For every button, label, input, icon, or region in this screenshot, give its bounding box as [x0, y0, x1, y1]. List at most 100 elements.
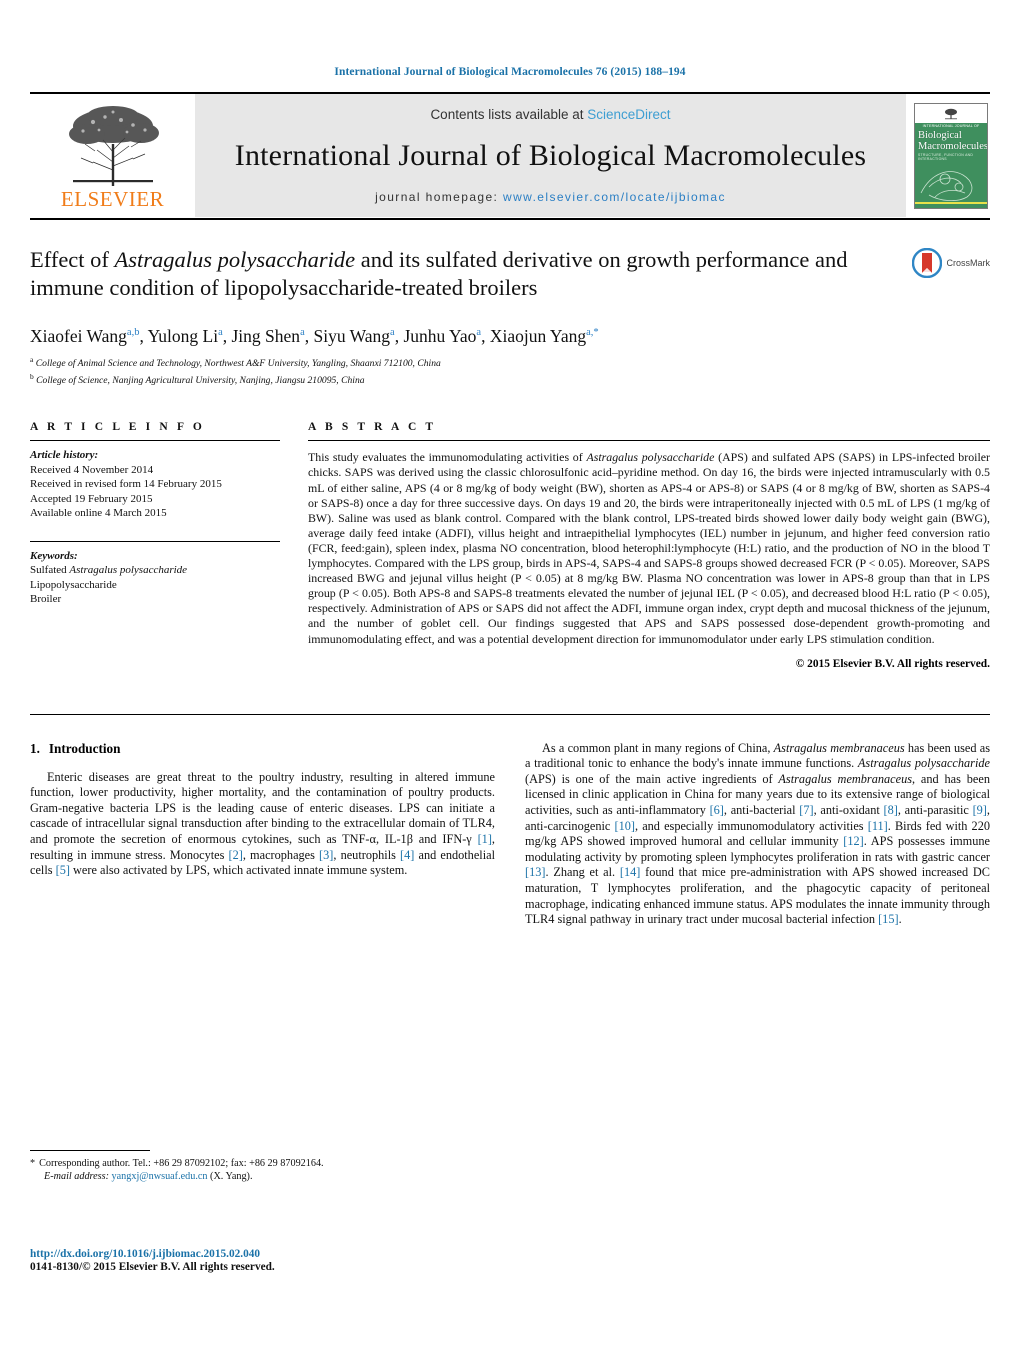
- elsevier-wordmark: ELSEVIER: [60, 187, 165, 211]
- affiliation-marker: a: [30, 354, 34, 364]
- page-title: Effect of Astragalus polysaccharide and …: [30, 246, 874, 302]
- author-name: Jing Shen: [231, 325, 301, 346]
- author-affil-marker[interactable]: a: [218, 327, 223, 338]
- author-item: Xiaofei Wanga,b: [30, 326, 139, 346]
- sciencedirect-link[interactable]: ScienceDirect: [587, 107, 670, 122]
- citation-link[interactable]: [13]: [525, 865, 546, 879]
- cover-accent-bar: [915, 201, 987, 204]
- journal-masthead: ELSEVIER Contents lists available at Sci…: [30, 92, 990, 217]
- author-affil-marker[interactable]: a: [476, 327, 481, 338]
- email-label: E-mail address:: [44, 1171, 109, 1183]
- doi-block: http://dx.doi.org/10.1016/j.ijbiomac.201…: [30, 1248, 490, 1273]
- keywords-block: Keywords: Sulfated Astragalus polysaccha…: [30, 542, 280, 607]
- journal-homepage-line: journal homepage: www.elsevier.com/locat…: [375, 190, 726, 204]
- elsevier-logo: ELSEVIER: [30, 94, 195, 217]
- author-item: Jing Shena: [232, 326, 305, 346]
- citation-link[interactable]: [12]: [843, 834, 864, 848]
- citation-link[interactable]: [1]: [478, 832, 492, 846]
- section-number: 1.: [30, 740, 40, 756]
- homepage-prefix: journal homepage:: [375, 190, 504, 204]
- journal-article-page: International Journal of Biological Macr…: [0, 0, 1020, 1351]
- author-name: Junhu Yao: [403, 325, 477, 346]
- footnote-rule: [30, 1150, 150, 1151]
- citation-link[interactable]: [11]: [868, 819, 888, 833]
- author-affil-marker[interactable]: a,b: [127, 327, 140, 338]
- citation-link[interactable]: [2]: [229, 848, 243, 862]
- citation-link[interactable]: [15]: [878, 912, 899, 926]
- journal-title: International Journal of Biological Macr…: [234, 139, 867, 172]
- contents-available-line: Contents lists available at ScienceDirec…: [430, 107, 670, 122]
- keyword-item: Broiler: [30, 593, 62, 606]
- footnote-marker: *: [30, 1158, 36, 1169]
- body-columns: 1. Introduction Enteric diseases are grea…: [30, 713, 990, 928]
- citation-link[interactable]: [5]: [56, 863, 70, 877]
- crossmark-badge-wrap[interactable]: CrossMark: [890, 246, 990, 278]
- keywords-label: Keywords:: [30, 549, 78, 562]
- homepage-url-link[interactable]: www.elsevier.com/locate/ijbiomac: [503, 190, 726, 204]
- text-segment: , macrophages: [242, 847, 320, 862]
- issn-copyright-line: 0141-8130/© 2015 Elsevier B.V. All right…: [30, 1261, 275, 1273]
- abstract-text: This study evaluates the immunomodulatin…: [308, 441, 990, 646]
- article-history-label: Article history:: [30, 449, 99, 462]
- keyword-item: Lipopolysaccharide: [30, 578, 117, 591]
- text-segment: As a common plant in many regions of Chi…: [542, 740, 774, 755]
- title-text-wrap: Effect of Astragalus polysaccharide and …: [30, 246, 890, 302]
- affiliation-item: b College of Science, Nanjing Agricultur…: [30, 371, 990, 388]
- species-italic: Astragalus membranaceus: [773, 740, 905, 755]
- keyword-italic: Astragalus polysaccharide: [69, 564, 188, 577]
- article-info-column: A R T I C L E I N F O Article history: R…: [30, 421, 308, 607]
- email-link[interactable]: yangxj@nwsuaf.edu.cn: [112, 1171, 208, 1182]
- cover-kicker: INTERNATIONAL JOURNAL OF: [922, 123, 980, 128]
- crossmark-label: CrossMark: [946, 258, 990, 268]
- article-info-heading: A R T I C L E I N F O: [30, 421, 205, 434]
- email-line: E-mail address: yangxj@nwsuaf.edu.cn (X.…: [30, 1170, 470, 1183]
- citation-link[interactable]: [7]: [799, 803, 813, 817]
- cover-artwork: [915, 159, 987, 201]
- citation-link[interactable]: [10]: [614, 819, 635, 833]
- species-italic: Astragalus polysaccharide: [857, 756, 990, 771]
- abstract-copyright: © 2015 Elsevier B.V. All rights reserved…: [795, 657, 990, 670]
- title-italic-species: Astragalus polysaccharide: [114, 247, 356, 272]
- text-segment: , anti-bacterial: [723, 802, 800, 817]
- species-italic: Astragalus membranaceus: [778, 771, 913, 786]
- intro-paragraph-left: Enteric diseases are great threat to the…: [30, 770, 495, 879]
- intro-paragraph-right: As a common plant in many regions of Chi…: [525, 741, 990, 928]
- history-received: Received 4 November 2014: [30, 463, 154, 476]
- citation-link[interactable]: [3]: [319, 848, 333, 862]
- email-suffix: (X. Yang).: [207, 1171, 253, 1183]
- author-affil-marker[interactable]: a: [390, 327, 395, 338]
- affiliation-marker: b: [30, 371, 34, 381]
- abstract-seg-1: This study evaluates the immunomodulatin…: [308, 450, 587, 465]
- author-affil-marker[interactable]: a,*: [586, 327, 599, 338]
- affiliation-text: College of Animal Science and Technology…: [35, 358, 441, 370]
- text-segment: , neutrophils: [333, 847, 401, 862]
- section-title-text: Introduction: [48, 740, 121, 756]
- author-item: Yulong Lia: [148, 326, 223, 346]
- text-segment: , anti-oxidant: [813, 802, 884, 817]
- author-name: Xiaojun Yang: [489, 325, 587, 346]
- author-affil-marker[interactable]: a: [300, 327, 305, 338]
- corresponding-author-note: * Corresponding author. Tel.: +86 29 8709…: [30, 1157, 470, 1184]
- journal-cover-thumbnail: INTERNATIONAL JOURNAL OF Biological Macr…: [912, 94, 990, 217]
- citation-link[interactable]: [4]: [400, 848, 414, 862]
- citation-link[interactable]: [8]: [884, 803, 898, 817]
- affiliation-item: a College of Animal Science and Technolo…: [30, 354, 990, 371]
- elsevier-tree-icon: [68, 106, 159, 186]
- cover-journal-name: Biological Macromolecules: [918, 129, 988, 152]
- citation-link[interactable]: [9]: [973, 803, 987, 817]
- running-head: International Journal of Biological Macr…: [334, 66, 686, 78]
- abstract-column: A B S T R A C T This study evaluates the…: [308, 421, 990, 670]
- keyword-prefix: Sulfated: [30, 564, 70, 577]
- author-name: Xiaofei Wang: [30, 325, 127, 346]
- author-item: Junhu Yaoa: [403, 326, 481, 346]
- history-accepted: Accepted 19 February 2015: [30, 492, 153, 505]
- corresponding-author-text: Corresponding author. Tel.: +86 29 87092…: [39, 1158, 324, 1169]
- citation-link[interactable]: [6]: [710, 803, 724, 817]
- text-segment: Enteric diseases are great threat to the…: [30, 769, 495, 846]
- citation-link[interactable]: [14]: [620, 865, 641, 879]
- crossmark-badge[interactable]: CrossMark: [912, 248, 990, 278]
- doi-link[interactable]: http://dx.doi.org/10.1016/j.ijbiomac.201…: [30, 1248, 490, 1260]
- crossmark-icon: [912, 248, 943, 278]
- title-block: Effect of Astragalus polysaccharide and …: [30, 218, 990, 302]
